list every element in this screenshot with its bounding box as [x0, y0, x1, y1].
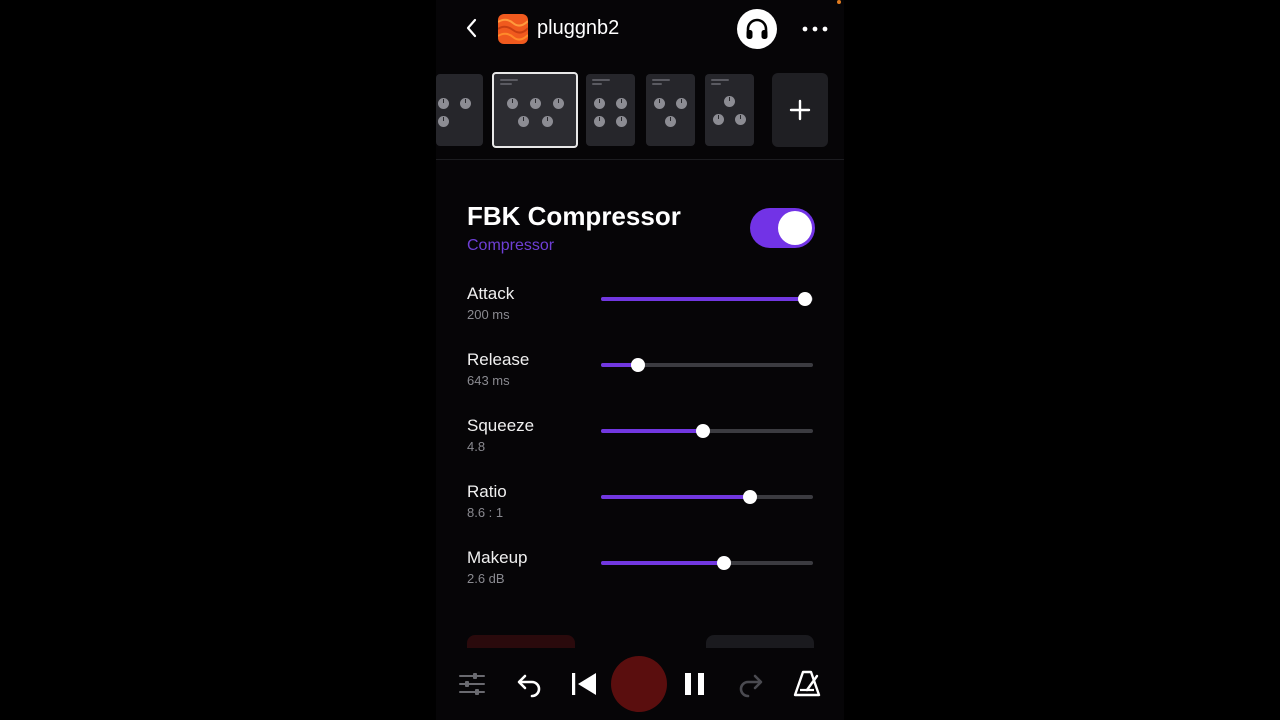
- headphones-icon: [746, 18, 768, 39]
- param-value: 4.8: [467, 439, 486, 454]
- param-release: Release 643 ms: [436, 350, 844, 400]
- param-name: Release: [467, 350, 530, 369]
- pedal-thumbnail[interactable]: [436, 74, 483, 146]
- param-value: 2.6 dB: [467, 571, 505, 586]
- skip-back-button[interactable]: [568, 668, 600, 700]
- partial-action-button[interactable]: [706, 635, 814, 649]
- slider-handle[interactable]: [631, 358, 645, 372]
- param-ratio: Ratio 8.6 : 1: [436, 482, 844, 532]
- release-slider[interactable]: [601, 357, 813, 373]
- more-icon: [802, 26, 828, 32]
- param-makeup: Makeup 2.6 dB: [436, 548, 844, 598]
- undo-icon: [517, 674, 541, 698]
- param-name: Makeup: [467, 548, 528, 567]
- metronome-icon: [793, 670, 821, 697]
- param-attack: Attack 200 ms: [436, 284, 844, 334]
- headphones-monitor-button[interactable]: [737, 9, 777, 49]
- slider-handle[interactable]: [743, 490, 757, 504]
- more-options-button[interactable]: [800, 17, 830, 41]
- param-value: 643 ms: [467, 373, 510, 388]
- toggle-thumb: [778, 211, 812, 245]
- param-squeeze: Squeeze 4.8: [436, 416, 844, 466]
- add-pedal-button[interactable]: [772, 73, 828, 147]
- skip-back-icon: [572, 673, 596, 695]
- chevron-left-icon: [466, 18, 477, 38]
- back-button[interactable]: [460, 16, 484, 40]
- effect-title: FBK Compressor: [467, 201, 681, 231]
- effect-type: Compressor: [467, 237, 555, 254]
- app-screen: pluggnb2 FBK Compressor Compressor Attac…: [436, 0, 844, 720]
- plus-icon: [789, 99, 811, 121]
- pause-icon: [685, 673, 704, 695]
- undo-button[interactable]: [512, 668, 544, 700]
- mixer-sliders-icon: [459, 673, 485, 695]
- redo-button[interactable]: [736, 668, 768, 700]
- partial-action-button[interactable]: [467, 635, 575, 649]
- project-artwork-icon[interactable]: [498, 14, 528, 44]
- divider: [436, 159, 844, 160]
- pedal-thumbnail[interactable]: [705, 74, 754, 146]
- param-value: 8.6 : 1: [467, 505, 504, 520]
- project-name[interactable]: pluggnb2: [537, 17, 619, 40]
- mixer-button[interactable]: [456, 668, 488, 700]
- makeup-slider[interactable]: [601, 555, 813, 571]
- metronome-button[interactable]: [791, 668, 823, 700]
- record-button[interactable]: [611, 656, 667, 712]
- ratio-slider[interactable]: [601, 489, 813, 505]
- attack-slider[interactable]: [601, 291, 813, 307]
- slider-handle[interactable]: [696, 424, 710, 438]
- redo-icon: [739, 674, 763, 698]
- param-name: Ratio: [467, 482, 507, 501]
- effect-enable-toggle[interactable]: [750, 208, 815, 248]
- slider-handle[interactable]: [798, 292, 812, 306]
- param-name: Attack: [467, 284, 515, 303]
- param-value: 200 ms: [467, 307, 510, 322]
- pedal-thumbnail[interactable]: [646, 74, 695, 146]
- transport-bar: [436, 648, 844, 720]
- slider-handle[interactable]: [717, 556, 731, 570]
- pause-button[interactable]: [679, 668, 711, 700]
- pedal-thumbnail-selected[interactable]: [492, 72, 578, 148]
- param-name: Squeeze: [467, 416, 535, 435]
- pedal-thumbnail[interactable]: [586, 74, 635, 146]
- status-dot: [837, 0, 841, 4]
- squeeze-slider[interactable]: [601, 423, 813, 439]
